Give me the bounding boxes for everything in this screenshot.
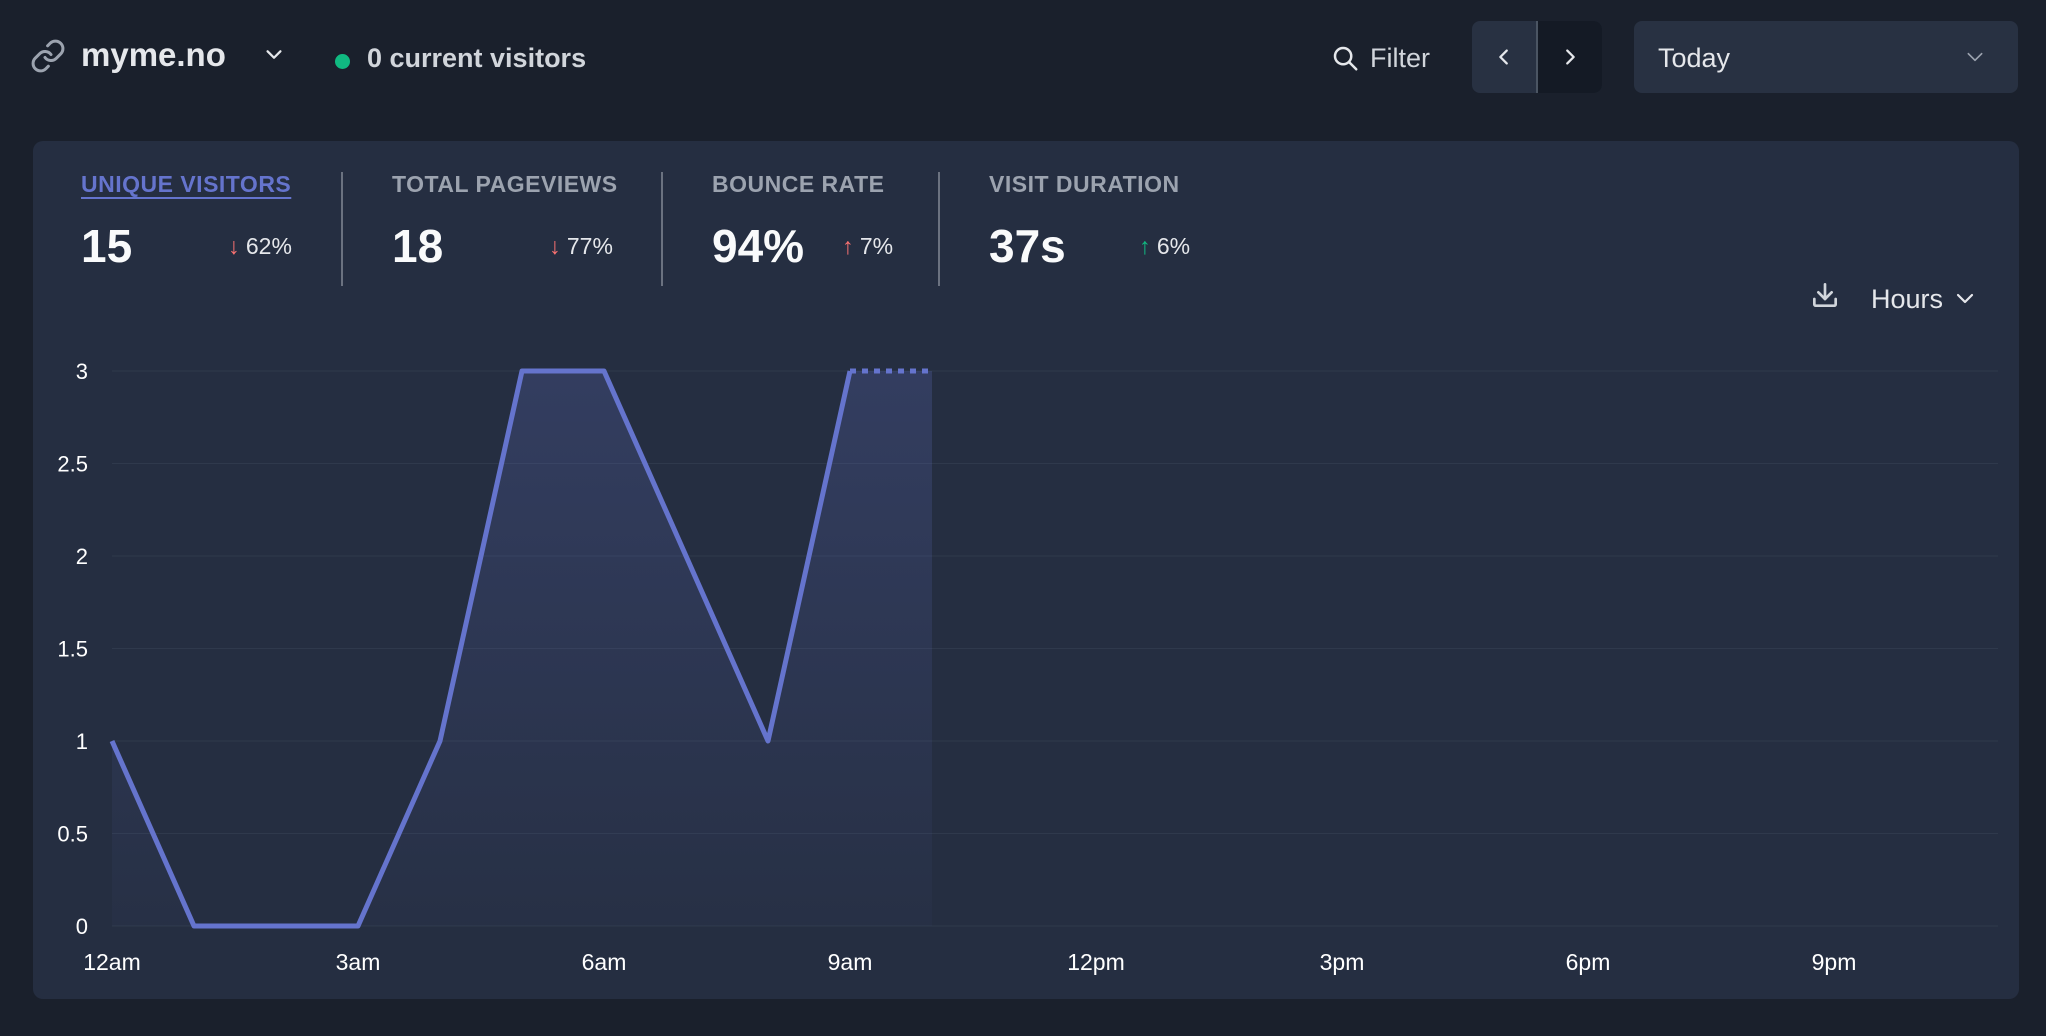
chevron-left-icon [1499,49,1508,65]
x-tick-label: 9pm [1812,949,1857,975]
visitors-chart: 0 0.5 1 1.5 2 2.5 3 12am 3am 6am 9am 12pm 3pm 6pm 9pm [57,359,1998,975]
y-tick-label: 1 [76,729,88,754]
link-icon [31,39,65,73]
chevron-down-icon [1967,52,1983,62]
current-visitors[interactable]: 0 current visitors [367,43,586,74]
filter-label: Filter [1370,42,1430,73]
top-bar: myme.no 0 current visitors Filter Today [0,0,2046,120]
live-indicator-dot [335,54,350,69]
site-name[interactable]: myme.no [81,36,226,74]
filter-button[interactable]: Filter [1330,38,1430,78]
y-tick-label: 1.5 [57,637,88,662]
chevron-right-icon [1566,49,1575,65]
next-period-button[interactable] [1538,21,1602,93]
search-icon [1333,46,1358,71]
visitor-graph-card: UNIQUE VISITORS 15 ↓ 62% TOTAL PAGEVIEWS… [33,141,2019,999]
x-tick-label: 9am [828,949,873,975]
x-tick-label: 12pm [1067,949,1125,975]
period-dropdown[interactable]: Today [1634,21,2018,93]
y-tick-label: 2 [76,544,88,569]
period-label: Today [1658,43,1731,73]
x-tick-label: 6pm [1566,949,1611,975]
y-tick-label: 0.5 [57,822,88,847]
previous-period-button[interactable] [1472,21,1536,93]
y-tick-label: 3 [76,359,88,384]
x-tick-label: 3pm [1320,949,1365,975]
chevron-down-icon[interactable] [262,44,286,66]
y-tick-label: 2.5 [57,452,88,477]
x-tick-label: 6am [582,949,627,975]
y-tick-label: 0 [76,914,88,939]
x-tick-label: 3am [336,949,381,975]
period-navigation [1472,21,1602,93]
x-tick-label: 12am [83,949,141,975]
